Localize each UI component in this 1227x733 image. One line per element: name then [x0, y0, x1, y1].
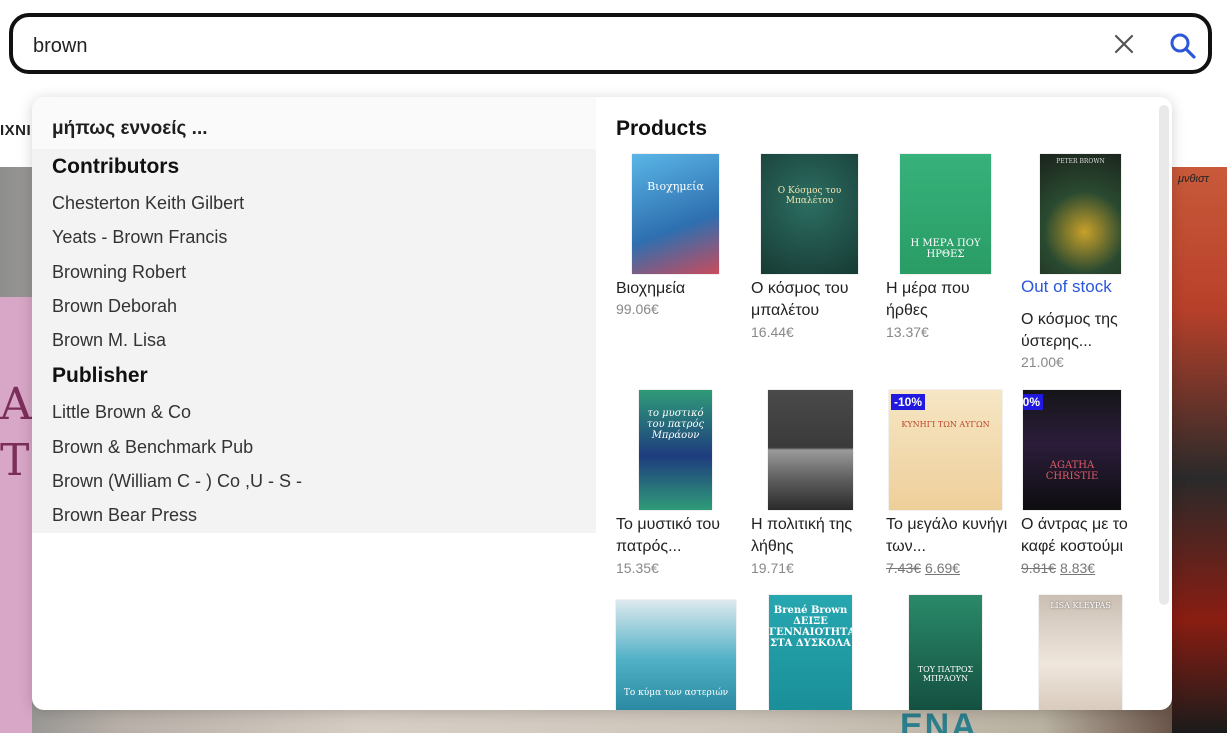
cover-title: το μυστικό του πατρός Μπράουν	[646, 408, 705, 441]
banner-title: ΕΝΑ	[900, 707, 978, 733]
cover-title: Ο Κόσμος του Μπαλέτου	[777, 186, 842, 206]
banner-book-art	[1172, 167, 1227, 733]
product-title[interactable]: Η μέρα που ήρθες	[886, 278, 1011, 322]
product-price: 16.44€	[751, 324, 794, 340]
old-price: 9.81€	[1021, 560, 1057, 576]
product-title[interactable]: Ο άντρας με το καφέ κοστούμι	[1021, 514, 1146, 558]
new-price: 8.83€	[1060, 560, 1096, 576]
publisher-item[interactable]: Brown & Benchmark Pub	[52, 437, 253, 458]
product-price: 19.71€	[751, 560, 794, 576]
new-price: 6.69€	[925, 560, 961, 576]
cover-title: Βιοχημεία	[647, 180, 704, 193]
product-title[interactable]: Η πολιτική της λήθης	[751, 514, 876, 558]
product-title[interactable]: Το μυστικό του πατρός...	[616, 514, 741, 558]
product-cover[interactable]: ΤΟΥ ΠΑΤΡΟΣ ΜΠΡΑΟΥΝ	[909, 595, 982, 710]
product-title[interactable]: Ο κόσμος του μπαλέτου	[751, 278, 876, 322]
nav-item-partial[interactable]: ΙΧΝΙ	[0, 122, 31, 139]
cover-title: Το κύμα των αστεριών	[623, 688, 729, 698]
product-cover[interactable]: Brené Brown ΔΕΙΞΕ ΓΕΝΝΑΙΟΤΗΤΑ ΣΤΑ ΔΥΣΚΟΛ…	[769, 595, 852, 710]
cover-title: ΤΟΥ ΠΑΤΡΟΣ ΜΠΡΑΟΥΝ	[917, 665, 974, 683]
product-cover[interactable]: PETER BROWN	[1040, 154, 1121, 274]
banner-caption: μνθιστ	[1178, 173, 1209, 185]
product-price: 99.06€	[616, 301, 659, 317]
search-input[interactable]	[33, 32, 1073, 60]
product-price: 9.81€ 8.83€	[1021, 560, 1095, 576]
did-you-mean-header: μήπως εννοείς ...	[32, 97, 596, 149]
banner-book-pink	[0, 297, 32, 733]
old-price: 7.43€	[886, 560, 922, 576]
publisher-item[interactable]: Brown Bear Press	[52, 505, 197, 526]
product-price: 13.37€	[886, 324, 929, 340]
product-cover[interactable]: Το κύμα των αστεριών	[616, 600, 736, 710]
cover-title: Brené Brown ΔΕΙΞΕ ΓΕΝΝΑΙΟΤΗΤΑ ΣΤΑ ΔΥΣΚΟΛ…	[769, 605, 852, 649]
did-you-mean-title: μήπως εννοείς ...	[52, 118, 208, 139]
product-price: 21.00€	[1021, 354, 1064, 370]
product-title[interactable]: Ο κόσμος της ύστερης...	[1021, 309, 1146, 353]
search-bar	[9, 13, 1212, 74]
product-cover[interactable]: Ο Κόσμος του Μπαλέτου	[761, 154, 858, 274]
publisher-item[interactable]: Little Brown & Co	[52, 402, 191, 423]
product-cover[interactable]	[768, 390, 853, 510]
product-price: 15.35€	[616, 560, 659, 576]
clear-search-button[interactable]	[1111, 31, 1137, 57]
product-title[interactable]: Βιοχημεία	[616, 278, 741, 300]
out-of-stock-label: Out of stock	[1021, 277, 1112, 296]
search-icon	[1170, 33, 1196, 59]
cover-title: AGATHA CHRISTIE	[1045, 460, 1099, 482]
contributor-item[interactable]: Yeats - Brown Francis	[52, 227, 227, 248]
discount-badge: -10%	[891, 394, 926, 410]
contributor-item[interactable]: Brown M. Lisa	[52, 330, 166, 351]
cover-title: PETER BROWN	[1056, 158, 1105, 165]
cover-title: LISA KLEYPAS	[1050, 601, 1111, 610]
product-cover[interactable]: Η ΜΕΡΑ ΠΟΥ ΗΡΘΕΣ	[900, 154, 991, 274]
contributor-item[interactable]: Brown Deborah	[52, 296, 177, 317]
contributor-item[interactable]: Browning Robert	[52, 262, 186, 283]
suggestions-column: μήπως εννοείς ... Contributors Chesterto…	[32, 97, 596, 533]
product-cover[interactable]: AGATHA CHRISTIE -10%	[1023, 390, 1121, 510]
product-cover[interactable]: Βιοχημεία	[632, 154, 719, 274]
contributor-item[interactable]: Chesterton Keith Gilbert	[52, 193, 244, 214]
product-cover[interactable]: το μυστικό του πατρός Μπράουν	[639, 390, 712, 510]
close-icon	[1114, 34, 1134, 54]
publisher-item[interactable]: Brown (William C - ) Co ,U - S -	[52, 471, 302, 492]
products-scrollbar[interactable]	[1159, 105, 1169, 605]
cover-title: ΚΥΝΗΓΙ ΤΩΝ ΑΥΓΩΝ	[901, 420, 990, 429]
publisher-heading: Publisher	[52, 364, 148, 387]
product-cover[interactable]: ΚΥΝΗΓΙ ΤΩΝ ΑΥΓΩΝ -10%	[889, 390, 1002, 510]
products-column: Products Βιοχημεία Βιοχημεία 99.06€ Ο Κό…	[596, 97, 1158, 710]
product-title[interactable]: Το μεγάλο κυνήγι των...	[886, 514, 1011, 558]
product-cover[interactable]: LISA KLEYPAS	[1039, 595, 1122, 710]
products-heading: Products	[616, 117, 708, 140]
search-suggestions-panel: μήπως εννοείς ... Contributors Chesterto…	[32, 97, 1172, 710]
banner-book-letters: AT	[0, 379, 32, 486]
cover-title: Η ΜΕΡΑ ΠΟΥ ΗΡΘΕΣ	[910, 238, 981, 260]
contributors-heading: Contributors	[52, 155, 180, 178]
discount-badge: -10%	[1023, 394, 1044, 410]
search-button[interactable]	[1169, 32, 1197, 60]
product-price: 7.43€ 6.69€	[886, 560, 960, 576]
